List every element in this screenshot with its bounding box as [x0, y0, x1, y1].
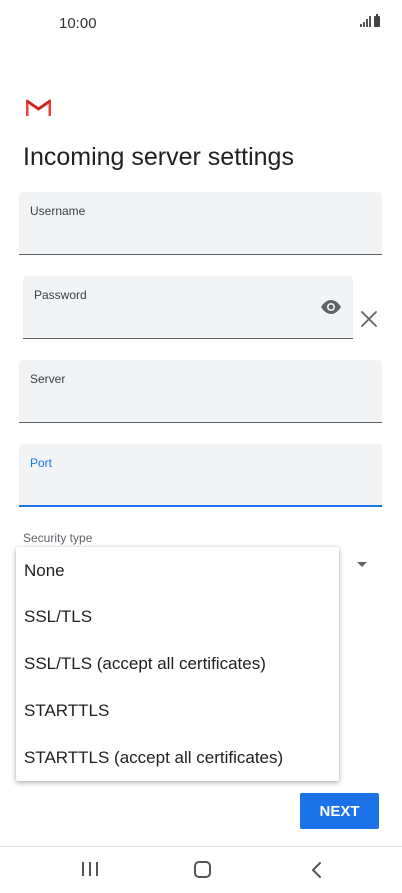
- recents-icon[interactable]: [82, 862, 98, 876]
- password-label: Password: [34, 288, 87, 302]
- back-icon[interactable]: [309, 861, 325, 879]
- menu-item-ssl-tls[interactable]: SSL/TLS: [16, 594, 339, 640]
- gmail-logo: [26, 99, 51, 116]
- status-time: 10:00: [59, 15, 97, 32]
- server-field[interactable]: Server: [19, 360, 382, 423]
- clear-icon[interactable]: [359, 309, 379, 329]
- eye-icon[interactable]: [319, 298, 343, 316]
- dropdown-arrow-icon[interactable]: [357, 562, 367, 567]
- next-button[interactable]: NEXT: [300, 793, 379, 829]
- page-title: Incoming server settings: [23, 143, 294, 171]
- port-field[interactable]: Port: [19, 444, 382, 507]
- menu-item-none[interactable]: None: [16, 548, 339, 594]
- menu-item-ssl-tls-accept-all[interactable]: SSL/TLS (accept all certificates): [16, 641, 339, 687]
- username-label: Username: [30, 204, 86, 218]
- home-icon[interactable]: [194, 861, 211, 878]
- server-label: Server: [30, 372, 66, 386]
- security-type-menu: None SSL/TLS SSL/TLS (accept all certifi…: [16, 547, 339, 781]
- status-icons: [360, 14, 380, 27]
- password-field[interactable]: Password: [23, 276, 353, 339]
- screen: 10:00 Incoming server settings Username …: [0, 0, 402, 893]
- signal-icon: [360, 16, 371, 27]
- menu-item-starttls-accept-all[interactable]: STARTTLS (accept all certificates): [16, 735, 339, 781]
- battery-icon: [374, 14, 380, 27]
- security-type-label: Security type: [23, 531, 93, 545]
- menu-item-starttls[interactable]: STARTTLS: [16, 688, 339, 734]
- port-label: Port: [30, 456, 53, 470]
- nav-divider: [0, 846, 402, 847]
- username-field[interactable]: Username: [19, 192, 382, 255]
